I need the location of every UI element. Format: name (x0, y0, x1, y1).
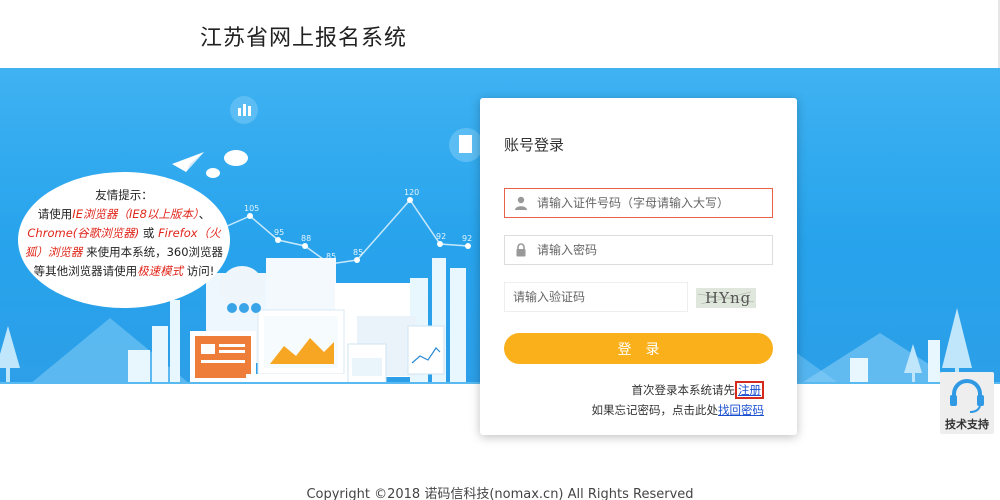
user-icon (515, 196, 527, 210)
notice-heading: 友情提示： (95, 188, 153, 202)
captcha-field[interactable] (504, 282, 688, 312)
notice-line: 狐）浏览器 来使用本系统，360浏览器 (24, 245, 224, 259)
lock-icon (516, 243, 526, 257)
id-number-input[interactable] (537, 189, 767, 217)
bubble-dot (206, 168, 220, 178)
notice-line: 等其他浏览器请使用极速模式 访问! (33, 264, 215, 278)
site-title: 江苏省网上报名系统 (200, 26, 408, 51)
tech-support-button[interactable]: 技术支持 (940, 372, 994, 434)
captcha-text: HYng (705, 289, 752, 307)
notice-line: 请使用IE浏览器（IE8以上版本）、 (37, 207, 211, 221)
forgot-password-link[interactable]: 找回密码 (718, 403, 764, 417)
register-link[interactable]: 注册 (735, 381, 764, 399)
forgot-tip: 如果忘记密码，点击此处找回密码 (591, 403, 765, 417)
chart-number: 95 (274, 228, 284, 237)
password-input[interactable] (537, 236, 767, 264)
password-field[interactable] (504, 235, 773, 265)
chart-number: 92 (462, 234, 472, 243)
chart-number: 120 (404, 188, 419, 197)
login-card: 账号登录 HYng 登录 首次登录本系统请先注册 (480, 98, 797, 435)
notice-line: Chrome(谷歌浏览器) 或 Firefox（火 (27, 226, 221, 240)
login-button[interactable]: 登录 (504, 333, 773, 364)
register-tip: 首次登录本系统请先 注册 (632, 381, 764, 399)
site-header: 江苏省网上报名系统 (0, 0, 1000, 68)
footer-copyright: Copyright ©2018 诺码信科技(nomax.cn) All Righ… (306, 487, 694, 500)
login-page: 江苏省网上报名系统 105 95 88 85 85 120 92 92 友情提示… (0, 0, 1000, 500)
tech-support-label: 技术支持 (945, 418, 989, 431)
id-number-field[interactable] (504, 188, 773, 218)
bubble-dot (224, 150, 248, 166)
chart-number: 92 (436, 232, 446, 241)
chart-number: 88 (301, 234, 311, 243)
captcha-input[interactable] (513, 283, 673, 311)
chart-number: 85 (353, 248, 363, 257)
captcha-image[interactable]: HYng (696, 288, 756, 308)
chart-number: 105 (244, 204, 259, 213)
headset-icon (950, 379, 984, 413)
login-title: 账号登录 (504, 136, 565, 154)
browser-notice-bubble: 友情提示： 请使用IE浏览器（IE8以上版本）、 Chrome(谷歌浏览器) 或… (18, 172, 230, 308)
